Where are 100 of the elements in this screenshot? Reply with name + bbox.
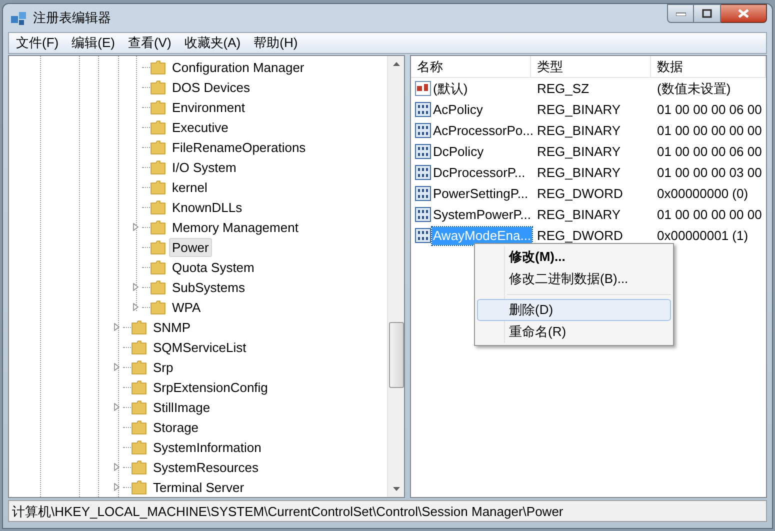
value-name[interactable]: DcPolicy (432, 142, 485, 160)
scrollbar[interactable] (387, 56, 404, 497)
folder-icon (150, 220, 166, 234)
value-name[interactable]: AcPolicy (432, 100, 484, 118)
folder-icon (150, 200, 166, 214)
string-value-icon (415, 81, 431, 96)
folder-icon (131, 480, 147, 494)
value-data: 0x00000000 (0) (656, 184, 748, 203)
context-menu-item[interactable]: 修改(M)... (477, 246, 671, 268)
tree-item[interactable]: Quota System (169, 258, 258, 276)
value-data: 01 00 00 00 00 00 (656, 206, 762, 224)
expand-arrow-icon[interactable] (114, 483, 120, 491)
binary-value-icon (415, 102, 431, 117)
value-name[interactable]: PowerSettingP... (432, 184, 530, 202)
value-type: REG_BINARY (536, 122, 622, 140)
tree-item[interactable]: Srp (150, 358, 176, 376)
scroll-thumb[interactable] (388, 322, 404, 388)
folder-icon (150, 300, 166, 314)
value-type: REG_DWORD (536, 184, 624, 203)
value-type: REG_DWORD (536, 226, 624, 245)
tree-item[interactable]: Environment (169, 98, 248, 116)
folder-icon (131, 400, 147, 414)
menu-item[interactable]: 帮助(H) (248, 33, 303, 53)
registry-cubes-icon (10, 10, 28, 26)
menu-item[interactable]: 收藏夹(A) (179, 33, 246, 53)
tree-item[interactable]: FileRenameOperations (169, 138, 309, 156)
close-icon (738, 9, 749, 18)
binary-value-icon (415, 186, 431, 201)
value-type: REG_SZ (536, 80, 590, 98)
binary-value-icon (415, 144, 431, 159)
value-data: 01 00 00 00 06 00 (656, 142, 762, 161)
value-type: REG_BINARY (536, 142, 622, 161)
tree-item[interactable]: Executive (169, 118, 232, 136)
tree-item[interactable]: SubSystems (169, 278, 248, 296)
value-name[interactable]: SystemPowerP... (432, 206, 532, 224)
context-menu-item[interactable]: 修改二进制数据(B)... (477, 268, 671, 290)
tree-item[interactable]: KnownDLLs (169, 198, 246, 216)
folder-icon (131, 340, 147, 354)
value-name[interactable]: AcProcessorPo... (432, 122, 534, 140)
expand-arrow-icon[interactable] (114, 463, 120, 471)
maximize-icon (702, 9, 712, 18)
folder-icon (150, 240, 166, 254)
folder-icon (150, 180, 166, 194)
column-header[interactable]: 数据 (651, 56, 766, 77)
value-data: 0x00000001 (1) (656, 226, 748, 245)
tree-item[interactable]: DOS Devices (169, 78, 254, 96)
value-name[interactable]: (默认) (432, 80, 469, 98)
window-title: 注册表编辑器 (33, 9, 111, 28)
menu-item[interactable]: 编辑(E) (66, 33, 120, 53)
scroll-up-icon[interactable] (392, 62, 400, 66)
value-data: 01 00 00 00 00 00 (656, 122, 762, 140)
folder-icon (131, 320, 147, 334)
tree-item[interactable]: SrpExtensionConfig (150, 378, 271, 396)
folder-icon (131, 420, 147, 434)
value-data: 01 00 00 00 06 00 (656, 100, 762, 119)
folder-icon (131, 440, 147, 454)
expand-arrow-icon[interactable] (133, 303, 139, 311)
tree-item[interactable]: SystemInformation (150, 438, 264, 456)
binary-value-icon (415, 207, 431, 222)
value-name[interactable]: DcProcessorP... (432, 164, 526, 182)
tree-item[interactable]: Configuration Manager (169, 58, 308, 76)
tree-item[interactable]: Terminal Server (150, 478, 248, 496)
expand-arrow-icon[interactable] (133, 223, 139, 231)
context-menu-item[interactable]: 重命名(R) (477, 321, 671, 343)
tree-item[interactable]: I/O System (169, 158, 240, 176)
context-menu-item[interactable]: 删除(D) (477, 299, 671, 321)
folder-icon (150, 60, 166, 74)
expand-arrow-icon[interactable] (114, 323, 120, 331)
maximize-button[interactable] (694, 4, 721, 23)
tree-item[interactable]: StillImage (150, 398, 214, 416)
folder-icon (150, 120, 166, 134)
menu-item[interactable]: 文件(F) (11, 33, 64, 53)
column-header[interactable]: 名称 (411, 56, 531, 77)
binary-value-icon (415, 228, 431, 243)
expand-arrow-icon[interactable] (133, 283, 139, 291)
tree-item[interactable]: WPA (169, 298, 204, 316)
expand-arrow-icon[interactable] (114, 403, 120, 411)
tree-item[interactable]: SNMP (150, 318, 194, 336)
column-header[interactable]: 类型 (531, 56, 651, 77)
tree-item[interactable]: SQMServiceList (150, 338, 250, 356)
tree-item[interactable]: SystemResources (150, 458, 262, 476)
menu-item[interactable]: 查看(V) (122, 33, 176, 53)
value-data: (数值未设置) (656, 80, 731, 98)
tree-item[interactable]: Power (169, 238, 212, 256)
expand-arrow-icon[interactable] (114, 363, 120, 371)
folder-icon (150, 160, 166, 174)
folder-icon (131, 380, 147, 394)
minimize-icon (676, 12, 686, 16)
folder-icon (150, 260, 166, 274)
folder-icon (150, 100, 166, 114)
folder-icon (150, 280, 166, 294)
minimize-button[interactable] (667, 4, 694, 23)
close-button[interactable] (721, 4, 767, 23)
tree-item[interactable]: Memory Management (169, 218, 302, 236)
binary-value-icon (415, 165, 431, 180)
scroll-down-icon[interactable] (392, 487, 400, 491)
tree-item[interactable]: Storage (150, 418, 202, 436)
value-type: REG_BINARY (536, 206, 622, 224)
value-type: REG_BINARY (536, 100, 622, 119)
tree-item[interactable]: kernel (169, 178, 210, 196)
